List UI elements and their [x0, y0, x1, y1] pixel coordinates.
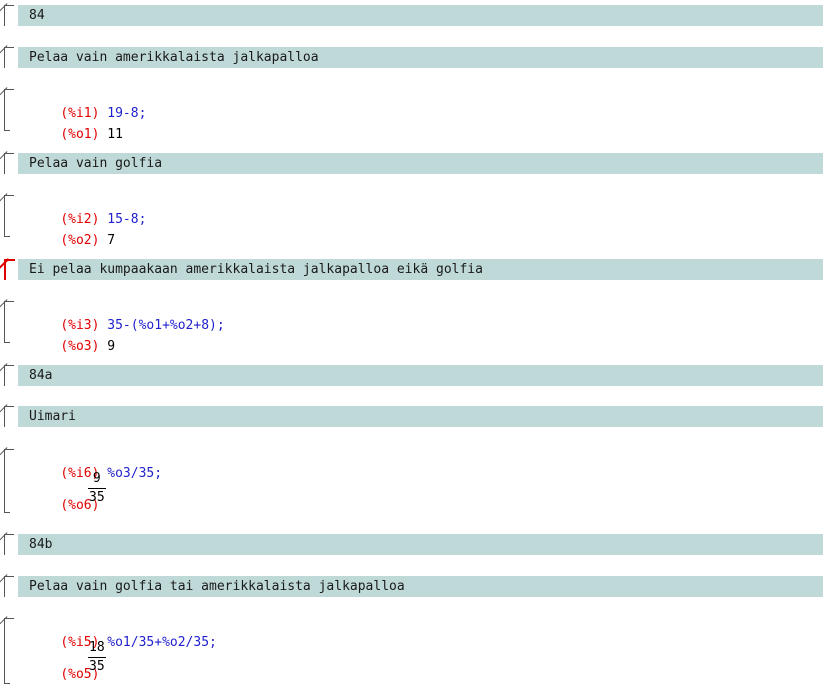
cell-bracket[interactable] — [4, 47, 14, 68]
input-expression[interactable]: %o3/35; — [107, 466, 162, 481]
text-cell-84a[interactable]: 84a — [0, 365, 823, 386]
text-cell-content[interactable]: Pelaa vain golfia tai amerikkalaista jal… — [18, 576, 823, 597]
output-fraction: 18 35 — [88, 640, 106, 675]
output-fraction: 9 35 — [88, 471, 106, 506]
fraction-denominator: 35 — [89, 490, 105, 505]
cell-bracket[interactable] — [4, 153, 14, 174]
fraction-denominator: 35 — [89, 659, 105, 674]
math-cell-2[interactable]: (%i2) 15-8; (%o2) 7 — [0, 195, 823, 248]
output-value: 7 — [107, 233, 116, 248]
text-cell-swimmer[interactable]: Uimari — [0, 406, 823, 427]
fraction-bar — [88, 488, 106, 489]
output-value: 11 — [107, 127, 123, 142]
output-label: (%o2) — [60, 233, 100, 248]
input-expression[interactable]: 35-(%o1+%o2+8); — [107, 318, 224, 333]
text-cell-content[interactable]: Ei pelaa kumpaakaan amerikkalaista jalka… — [18, 259, 823, 280]
math-cell-6[interactable]: (%i6) %o3/35; (%o6) 9 35 — [0, 449, 823, 513]
output-label: (%o1) — [60, 127, 100, 142]
cell-bracket[interactable] — [4, 449, 14, 513]
cell-bracket[interactable] — [4, 89, 14, 131]
text-cell-content[interactable]: Pelaa vain amerikkalaista jalkapalloa — [18, 47, 823, 68]
text-cell-84b[interactable]: 84b — [0, 534, 823, 555]
cell-bracket-selected[interactable] — [4, 259, 15, 280]
output-label: (%o3) — [60, 339, 100, 354]
text-cell-football[interactable]: Pelaa vain amerikkalaista jalkapalloa — [0, 47, 823, 68]
text-cell-content[interactable]: Uimari — [18, 406, 823, 427]
cell-bracket[interactable] — [4, 195, 14, 237]
input-expression[interactable]: %o1/35+%o2/35; — [107, 635, 217, 650]
math-cell-1[interactable]: (%i1) 19-8; (%o1) 11 — [0, 89, 823, 142]
cell-bracket[interactable] — [4, 365, 14, 386]
math-cell-3[interactable]: (%i3) 35-(%o1+%o2+8); (%o3) 9 — [0, 301, 823, 354]
text-cell-content[interactable]: Pelaa vain golfia — [18, 153, 823, 174]
text-cell-golf-or-football[interactable]: Pelaa vain golfia tai amerikkalaista jal… — [0, 576, 823, 597]
cell-bracket[interactable] — [4, 406, 14, 427]
text-cell-content[interactable]: 84a — [18, 365, 823, 386]
text-cell-content[interactable]: 84b — [18, 534, 823, 555]
fraction-numerator: 18 — [89, 640, 105, 655]
cell-bracket[interactable] — [4, 5, 14, 26]
math-cell-5[interactable]: (%i5) %o1/35+%o2/35; (%o5) 18 35 — [0, 618, 823, 684]
text-cell-neither[interactable]: Ei pelaa kumpaakaan amerikkalaista jalka… — [0, 259, 823, 280]
cell-bracket[interactable] — [4, 301, 14, 343]
fraction-bar — [88, 657, 106, 658]
output-value: 9 — [107, 339, 116, 354]
cell-bracket[interactable] — [4, 534, 14, 555]
cell-bracket[interactable] — [4, 576, 14, 597]
cell-bracket[interactable] — [4, 618, 14, 684]
text-cell-84[interactable]: 84 — [0, 5, 823, 26]
text-cell-content[interactable]: 84 — [18, 5, 823, 26]
fraction-numerator: 9 — [92, 471, 101, 486]
text-cell-golf[interactable]: Pelaa vain golfia — [0, 153, 823, 174]
